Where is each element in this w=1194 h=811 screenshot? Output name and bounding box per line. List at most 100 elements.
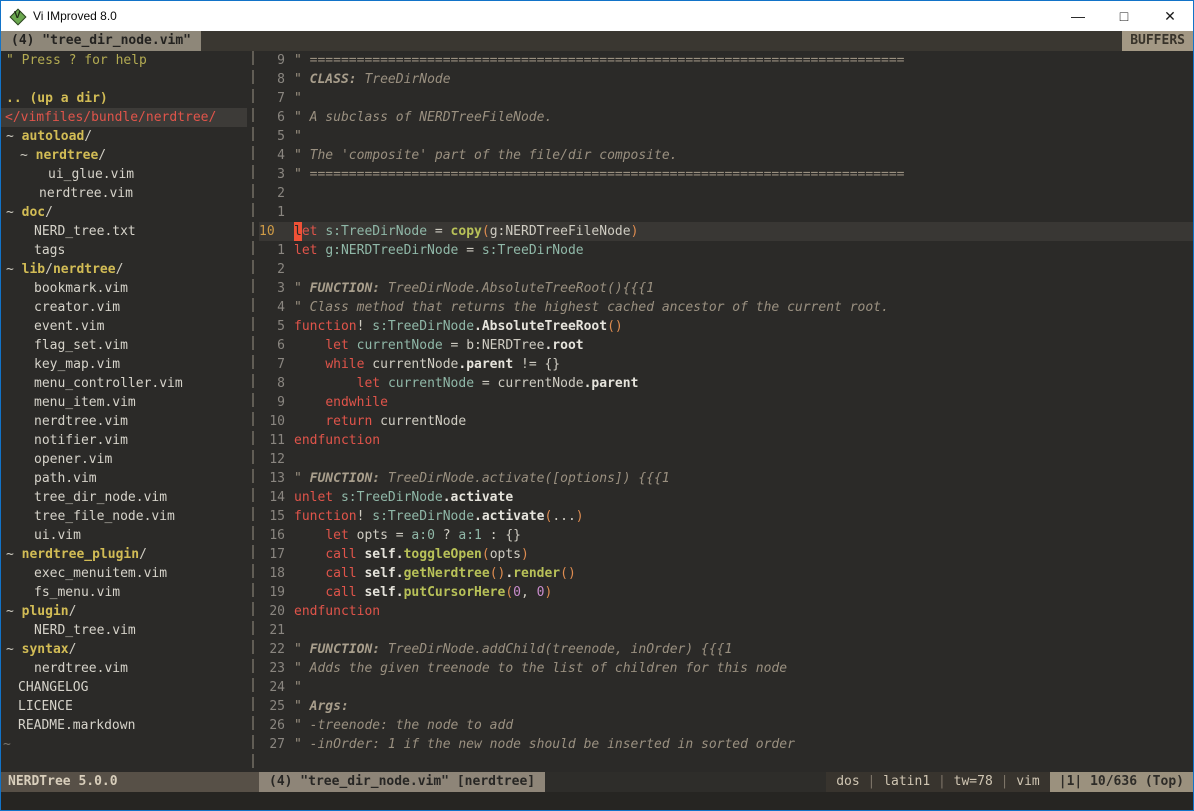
code-line[interactable]: 7" <box>259 89 1193 108</box>
code-line[interactable]: 15function! s:TreeDirNode.activate(...) <box>259 507 1193 526</box>
tree-file[interactable]: NERD_tree.txt <box>1 222 247 241</box>
code-line[interactable]: 4" Class method that returns the highest… <box>259 298 1193 317</box>
code-line[interactable]: 4" The 'composite' part of the file/dir … <box>259 146 1193 165</box>
tree-file[interactable]: CHANGELOG <box>1 678 247 697</box>
tree-dir[interactable]: ~ nerdtree_plugin/ <box>1 545 247 564</box>
code-line[interactable]: 24" <box>259 678 1193 697</box>
tree-file[interactable]: opener.vim <box>1 450 247 469</box>
text-segment: while <box>325 355 372 374</box>
main-split: " Press ? for help .. (up a dir)</vimfile… <box>1 51 1193 772</box>
line-number: 27 <box>259 735 285 754</box>
code-line[interactable]: 23" Adds the given treenode to the list … <box>259 659 1193 678</box>
code-line[interactable]: 21 <box>259 621 1193 640</box>
code-line[interactable]: 27" -inOrder: 1 if the new node should b… <box>259 735 1193 754</box>
line-number: 24 <box>259 678 285 697</box>
tree-help[interactable]: " Press ? for help <box>1 51 247 70</box>
tree-dir[interactable]: ~ lib/nerdtree/ <box>1 260 247 279</box>
code-line[interactable]: 26" -treenode: the node to add <box>259 716 1193 735</box>
text-segment: tree_dir_node.vim <box>34 490 167 505</box>
text-segment: () <box>560 564 576 583</box>
text-segment: let <box>325 336 356 355</box>
code-line[interactable]: 8 let currentNode = currentNode.parent <box>259 374 1193 393</box>
text-segment: CHANGELOG <box>18 680 88 695</box>
tree-file[interactable]: nerdtree.vim <box>1 412 247 431</box>
tree-file[interactable]: tree_file_node.vim <box>1 507 247 526</box>
tree-file[interactable]: event.vim <box>1 317 247 336</box>
tree-file[interactable]: notifier.vim <box>1 431 247 450</box>
code-line[interactable]: 9 endwhile <box>259 393 1193 412</box>
code-line[interactable]: 5" <box>259 127 1193 146</box>
code-line[interactable]: 3" =====================================… <box>259 165 1193 184</box>
line-number: 8 <box>259 374 285 393</box>
text-segment: TreeDirNode <box>357 70 451 89</box>
minimize-button[interactable]: — <box>1055 1 1101 31</box>
tree-file[interactable]: path.vim <box>1 469 247 488</box>
code-line[interactable]: 16 let opts = a:0 ? a:1 : {} <box>259 526 1193 545</box>
code-line[interactable]: 17 call self.toggleOpen(opts) <box>259 545 1193 564</box>
code-line[interactable]: 1let g:NERDTreeDirNode = s:TreeDirNode <box>259 241 1193 260</box>
text-segment: menu_controller.vim <box>34 376 183 391</box>
code-line[interactable]: 8" CLASS: TreeDirNode <box>259 70 1193 89</box>
tree-file[interactable]: LICENCE <box>1 697 247 716</box>
code-line[interactable]: 7 while currentNode.parent != {} <box>259 355 1193 374</box>
tree-file[interactable]: menu_controller.vim <box>1 374 247 393</box>
code-line[interactable]: 3" FUNCTION: TreeDirNode.AbsoluteTreeRoo… <box>259 279 1193 298</box>
tree-dir[interactable]: ~ nerdtree/ <box>1 146 247 165</box>
code-line[interactable]: 6" A subclass of NERDTreeFileNode. <box>259 108 1193 127</box>
tree-file[interactable]: fs_menu.vim <box>1 583 247 602</box>
code-line[interactable]: 25" Args: <box>259 697 1193 716</box>
code-line[interactable]: 2 <box>259 184 1193 203</box>
maximize-button[interactable]: □ <box>1101 1 1147 31</box>
tree-file[interactable]: ui_glue.vim <box>1 165 247 184</box>
line-number: 25 <box>259 697 285 716</box>
text-segment: call <box>325 564 364 583</box>
code-line-current[interactable]: 10let s:TreeDirNode = copy(g:NERDTreeFil… <box>259 222 1193 241</box>
tree-dir[interactable]: ~ plugin/ <box>1 602 247 621</box>
text-segment: / <box>45 262 53 277</box>
vertical-split-separator[interactable] <box>247 51 259 772</box>
close-button[interactable]: ✕ <box>1147 1 1193 31</box>
tree-file[interactable]: nerdtree.vim <box>1 184 247 203</box>
text-segment <box>294 355 325 374</box>
tree-file[interactable]: nerdtree.vim <box>1 659 247 678</box>
tree-file[interactable]: tags <box>1 241 247 260</box>
tree-file[interactable]: ui.vim <box>1 526 247 545</box>
text-segment: ~ <box>6 642 22 657</box>
code-line[interactable]: 13" FUNCTION: TreeDirNode.activate([opti… <box>259 469 1193 488</box>
tree-dir[interactable]: ~ autoload/ <box>1 127 247 146</box>
text-segment: TreeDirNode.activate([options]) {{{1 <box>380 469 670 488</box>
active-buffer-tab[interactable]: (4) "tree_dir_node.vim" <box>1 31 201 51</box>
tree-file[interactable]: key_map.vim <box>1 355 247 374</box>
code-line[interactable]: 18 call self.getNerdtree().render() <box>259 564 1193 583</box>
tree-file[interactable]: flag_set.vim <box>1 336 247 355</box>
text-segment: FUNCTION: <box>310 640 380 659</box>
code-line[interactable]: 22" FUNCTION: TreeDirNode.addChild(treen… <box>259 640 1193 659</box>
tree-dir[interactable]: ~ syntax/ <box>1 640 247 659</box>
tree-root[interactable]: </vimfiles/bundle/nerdtree/ <box>1 108 247 127</box>
code-line[interactable]: 5function! s:TreeDirNode.AbsoluteTreeRoo… <box>259 317 1193 336</box>
text-segment: ~ <box>6 547 22 562</box>
tree-file[interactable]: creator.vim <box>1 298 247 317</box>
code-line[interactable]: 9" =====================================… <box>259 51 1193 70</box>
tree-file[interactable]: menu_item.vim <box>1 393 247 412</box>
code-line[interactable]: 14unlet s:TreeDirNode.activate <box>259 488 1193 507</box>
text-segment: getNerdtree <box>404 564 490 583</box>
code-line[interactable]: 11endfunction <box>259 431 1193 450</box>
tree-file[interactable]: tree_dir_node.vim <box>1 488 247 507</box>
tree-file[interactable]: bookmark.vim <box>1 279 247 298</box>
tree-dir[interactable]: ~ doc/ <box>1 203 247 222</box>
text-segment: ? <box>435 526 458 545</box>
code-line[interactable]: 19 call self.putCursorHere(0, 0) <box>259 583 1193 602</box>
code-line[interactable]: 2 <box>259 260 1193 279</box>
tree-file[interactable]: README.markdown <box>1 716 247 735</box>
code-line[interactable]: 12 <box>259 450 1193 469</box>
code-line[interactable]: 20endfunction <box>259 602 1193 621</box>
code-line[interactable]: 6 let currentNode = b:NERDTree.root <box>259 336 1193 355</box>
tree-filler-tilde[interactable]: ~ <box>1 735 247 754</box>
tree-file[interactable]: NERD_tree.vim <box>1 621 247 640</box>
command-line-area[interactable] <box>1 792 1193 810</box>
code-line[interactable]: 10 return currentNode <box>259 412 1193 431</box>
tree-up-a-dir[interactable]: .. (up a dir) <box>1 89 247 108</box>
tree-file[interactable]: exec_menuitem.vim <box>1 564 247 583</box>
code-line[interactable]: 1 <box>259 203 1193 222</box>
